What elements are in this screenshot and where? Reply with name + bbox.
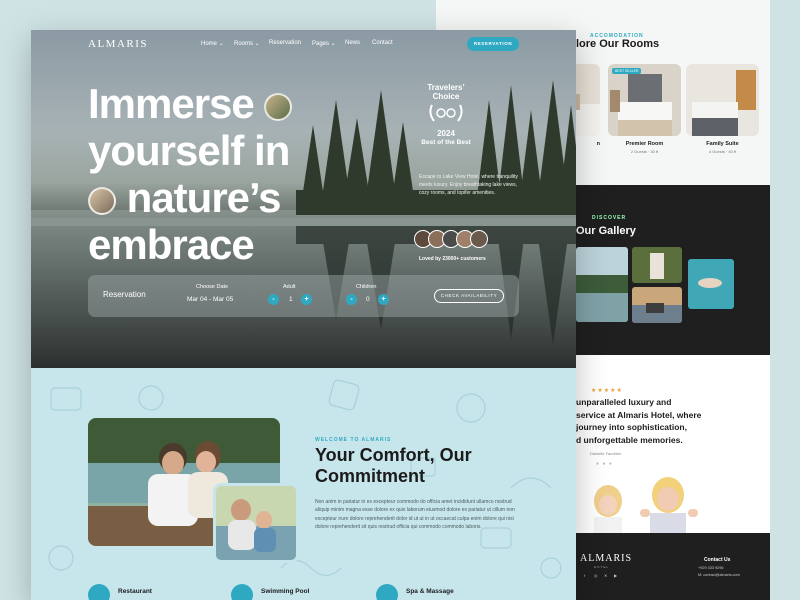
loved-text: Loved by 23000+ customers (419, 256, 486, 262)
badge-title: Travelers’ (427, 83, 465, 92)
rating-stars: ★★★★★ (591, 388, 623, 394)
amenity-label: Swimming Pool (261, 588, 310, 595)
children-minus-button[interactable]: - (346, 294, 357, 305)
contact-email[interactable]: M: contact@almaris.com (698, 573, 740, 577)
date-label: Choose Date (196, 284, 229, 290)
instagram-icon[interactable]: ◎ (594, 573, 598, 578)
hero-headline: Immerse yourself in nature’s embrace (88, 80, 293, 268)
welcome-eyebrow: WELCOME TO ALMARIS (315, 437, 392, 443)
nav-item-rooms[interactable]: Rooms ⌄ (234, 40, 260, 47)
gallery-image[interactable] (632, 287, 682, 323)
badge-best: Best of the Best (421, 139, 471, 146)
reservation-nav-button[interactable]: RESERVATION (467, 37, 519, 51)
hero-section: ALMARIS Home ⌄ Rooms ⌄ Reservation Pages… (31, 30, 576, 368)
title-line: Commitment (315, 466, 426, 486)
nav-item-reservation[interactable]: Reservation (269, 40, 301, 46)
headline-line: embrace (88, 221, 255, 268)
welcome-section: WELCOME TO ALMARIS Your Comfort, Our Com… (31, 368, 576, 600)
footer-sub: HOTEL (594, 565, 610, 569)
inline-photo (264, 92, 293, 121)
room-image (686, 64, 759, 136)
nav-item-contact[interactable]: Contact (372, 40, 393, 46)
travelers-choice-badge: Travelers’ Choice 2024 Best of the Best (417, 83, 475, 146)
testimonial-photo (586, 475, 716, 533)
headline-line: yourself in (88, 127, 290, 174)
youtube-icon[interactable]: ▶ (614, 573, 617, 578)
best-seller-badge: BEST SELLER (612, 68, 642, 74)
room-card-premier[interactable]: BEST SELLER (608, 64, 681, 136)
adult-plus-button[interactable]: + (301, 294, 312, 305)
testimonial-line: journey into sophistication, (576, 422, 687, 432)
reservation-title: Reservation (103, 290, 146, 299)
spa-icon (376, 584, 398, 600)
badge-year: 2024 (437, 129, 455, 138)
rooms-title: lore Our Rooms (576, 38, 660, 50)
gallery-image[interactable] (632, 247, 682, 283)
adult-value: 1 (289, 296, 293, 303)
nav-item-news[interactable]: News (345, 40, 360, 46)
welcome-body: Non anim in pariatur in ex excepteur com… (315, 499, 515, 530)
testimonial-line: d unforgettable memories. (576, 434, 683, 445)
adult-label: Adult (283, 284, 296, 290)
facebook-icon[interactable]: f (584, 573, 585, 578)
reservation-bar: Reservation Choose Date Mar 04 - Mar 05 … (88, 275, 519, 317)
children-plus-button[interactable]: + (378, 294, 389, 305)
front-page: ALMARIS Home ⌄ Rooms ⌄ Reservation Pages… (31, 30, 576, 600)
testimonial-line: unparalleled luxury and (576, 397, 672, 407)
room-image (608, 64, 681, 136)
amenity-label: Restaurant (118, 588, 152, 595)
slider-dots[interactable]: ● ● ● (596, 461, 613, 467)
children-value: 0 (366, 296, 370, 303)
footer-logo[interactable]: ALMARIS (580, 553, 632, 564)
amenity-label: Spa & Massage (406, 588, 454, 595)
testimonial-line: service at Almaris Hotel, where (576, 409, 702, 420)
nav-item-home[interactable]: Home ⌄ (201, 40, 224, 47)
room-meta: 4 Guests · 40 ft (708, 149, 737, 154)
adult-minus-button[interactable]: - (268, 294, 279, 305)
avatar (470, 230, 488, 248)
headline-line: nature’s (126, 174, 282, 221)
badge-title: Choice (432, 92, 460, 101)
swimming-pool-icon (231, 584, 253, 600)
hero-description: Escape to Lake View Hotel, where tranqui… (419, 174, 518, 196)
family-photo (213, 483, 299, 563)
nav-item-pages[interactable]: Pages ⌄ (312, 40, 336, 47)
welcome-title: Your Comfort, Our Commitment (315, 445, 472, 487)
laurel-icon (429, 104, 463, 122)
room-card-family[interactable] (686, 64, 759, 136)
title-line: Your Comfort, Our (315, 445, 472, 465)
restaurant-icon (88, 584, 110, 600)
headline-line: Immerse (88, 80, 255, 127)
room-meta: 2 Guests · 30 ft (630, 149, 659, 154)
gallery-eyebrow: DISCOVER (592, 215, 627, 221)
inline-photo (88, 186, 116, 215)
brand-logo[interactable]: ALMARIS (88, 38, 148, 50)
contact-phone[interactable]: +929 333 9296 (698, 566, 723, 570)
date-picker[interactable]: Mar 04 - Mar 05 (187, 296, 233, 303)
contact-title: Contact Us (704, 557, 731, 563)
gallery-title: Our Gallery (576, 225, 636, 237)
gallery-image[interactable] (688, 259, 734, 309)
twitter-icon[interactable]: ✕ (604, 573, 607, 578)
testimonial-text: unparalleled luxury and service at Almar… (576, 396, 756, 446)
testimonial-author: Danielle Fandrien (590, 451, 622, 456)
gallery-image[interactable] (576, 247, 628, 322)
room-name: Premier Room (625, 141, 664, 147)
room-name: Family Suite (706, 141, 739, 147)
children-label: Children (356, 284, 377, 290)
check-availability-button[interactable]: CHECK AVAILABILITY (434, 289, 504, 303)
